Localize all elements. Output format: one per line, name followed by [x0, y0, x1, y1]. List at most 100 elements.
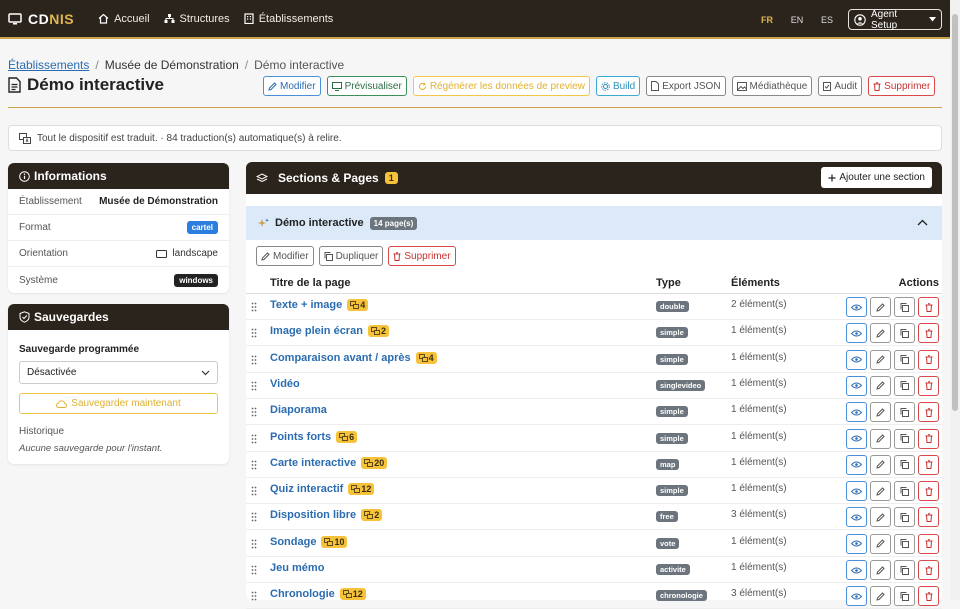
edit-button[interactable]: Modifier [263, 76, 321, 96]
edit-page-button[interactable] [870, 349, 891, 370]
duplicate-page-button[interactable] [894, 402, 915, 423]
brand-logo[interactable]: CD NIS [8, 11, 74, 27]
duplicate-page-button[interactable] [894, 428, 915, 449]
save-now-button[interactable]: Sauvegarder maintenant [19, 393, 218, 414]
drag-handle-icon[interactable] [251, 407, 257, 417]
edit-page-button[interactable] [870, 533, 891, 554]
page-title-link[interactable]: Texte + image [270, 299, 342, 311]
edit-page-button[interactable] [870, 481, 891, 502]
chevron-up-icon[interactable] [917, 219, 928, 226]
page-title-link[interactable]: Carte interactive [270, 457, 356, 469]
breadcrumb-musee[interactable]: Musée de Démonstration [105, 58, 239, 72]
page-title-link[interactable]: Vidéo [270, 378, 300, 390]
duplicate-page-button[interactable] [894, 375, 915, 396]
page-title-link[interactable]: Comparaison avant / après [270, 352, 411, 364]
media-library-button[interactable]: Médiathèque [731, 76, 813, 96]
add-section-button[interactable]: Ajouter une section [821, 167, 932, 188]
preview-button[interactable]: Prévisualiser [326, 76, 407, 96]
view-page-button[interactable] [846, 586, 867, 607]
breadcrumb-etablissements[interactable]: Établissements [8, 58, 89, 72]
view-page-button[interactable] [846, 428, 867, 449]
duplicate-page-button[interactable] [894, 349, 915, 370]
drag-handle-icon[interactable] [251, 460, 257, 470]
view-page-button[interactable] [846, 375, 867, 396]
nav-link-accueil[interactable]: Accueil [98, 13, 150, 25]
delete-page-button[interactable] [918, 481, 939, 502]
duplicate-page-button[interactable] [894, 297, 915, 317]
delete-page-button[interactable] [918, 323, 939, 344]
edit-page-button[interactable] [870, 428, 891, 449]
page-title-link[interactable]: Jeu mémo [270, 562, 324, 574]
audit-button[interactable]: Audit [818, 76, 863, 96]
build-button[interactable]: Build [595, 76, 641, 96]
delete-page-button[interactable] [918, 586, 939, 607]
delete-page-button[interactable] [918, 560, 939, 580]
duplicate-page-button[interactable] [894, 323, 915, 344]
page-title-link[interactable]: Points forts [270, 431, 331, 443]
view-page-button[interactable] [846, 454, 867, 475]
sparkles-icon [258, 218, 269, 229]
drag-handle-icon[interactable] [251, 434, 257, 444]
edit-page-button[interactable] [870, 454, 891, 475]
page-scrollbar-thumb[interactable] [952, 14, 958, 411]
export-json-button[interactable]: Export JSON [646, 76, 726, 96]
delete-page-button[interactable] [918, 507, 939, 528]
section-edit-button[interactable]: Modifier [256, 246, 314, 266]
nav-link-structures[interactable]: Structures [164, 13, 230, 25]
page-title-link[interactable]: Sondage [270, 536, 316, 548]
delete-button[interactable]: Supprimer [868, 76, 936, 96]
nav-link-etablissements[interactable]: Établissements [244, 13, 333, 25]
view-page-button[interactable] [846, 323, 867, 344]
edit-page-button[interactable] [870, 507, 891, 528]
delete-page-button[interactable] [918, 297, 939, 317]
drag-handle-icon[interactable] [251, 302, 257, 312]
page-title-link[interactable]: Diaporama [270, 404, 327, 416]
page-title-link[interactable]: Quiz interactif [270, 483, 343, 495]
drag-handle-icon[interactable] [251, 355, 257, 365]
edit-page-button[interactable] [870, 402, 891, 423]
regenerate-preview-button[interactable]: Régénérer les données de preview [412, 76, 590, 96]
drag-handle-icon[interactable] [251, 539, 257, 549]
view-page-button[interactable] [846, 297, 867, 317]
delete-page-button[interactable] [918, 375, 939, 396]
delete-page-button[interactable] [918, 349, 939, 370]
page-title-link[interactable]: Chronologie [270, 588, 335, 600]
duplicate-page-button[interactable] [894, 586, 915, 607]
duplicate-page-button[interactable] [894, 560, 915, 580]
agent-dropdown[interactable]: Agent Setup [848, 9, 942, 31]
edit-page-button[interactable] [870, 297, 891, 317]
page-title-link[interactable]: Image plein écran [270, 325, 363, 337]
edit-page-button[interactable] [870, 375, 891, 396]
delete-page-button[interactable] [918, 454, 939, 475]
view-page-button[interactable] [846, 560, 867, 580]
section-duplicate-button[interactable]: Dupliquer [318, 246, 384, 266]
edit-page-button[interactable] [870, 586, 891, 607]
drag-handle-icon[interactable] [251, 512, 257, 522]
view-page-button[interactable] [846, 349, 867, 370]
caret-down-icon [929, 17, 936, 22]
page-title-link[interactable]: Disposition libre [270, 509, 356, 521]
view-page-button[interactable] [846, 402, 867, 423]
section-delete-button[interactable]: Supprimer [388, 246, 456, 266]
drag-handle-icon[interactable] [251, 381, 257, 391]
drag-handle-icon[interactable] [251, 565, 257, 575]
drag-handle-icon[interactable] [251, 328, 257, 338]
scheduled-save-select[interactable]: Désactivée [19, 361, 218, 384]
lang-fr[interactable]: FR [752, 15, 782, 25]
drag-handle-icon[interactable] [251, 486, 257, 496]
view-page-button[interactable] [846, 507, 867, 528]
view-page-button[interactable] [846, 533, 867, 554]
delete-page-button[interactable] [918, 533, 939, 554]
section-accordion-header[interactable]: Démo interactive 14 page(s) [246, 206, 942, 240]
delete-page-button[interactable] [918, 402, 939, 423]
duplicate-page-button[interactable] [894, 507, 915, 528]
edit-page-button[interactable] [870, 323, 891, 344]
duplicate-page-button[interactable] [894, 454, 915, 475]
lang-es[interactable]: ES [812, 15, 842, 25]
duplicate-page-button[interactable] [894, 533, 915, 554]
duplicate-page-button[interactable] [894, 481, 915, 502]
edit-page-button[interactable] [870, 560, 891, 580]
lang-en[interactable]: EN [782, 15, 812, 25]
delete-page-button[interactable] [918, 428, 939, 449]
view-page-button[interactable] [846, 481, 867, 502]
